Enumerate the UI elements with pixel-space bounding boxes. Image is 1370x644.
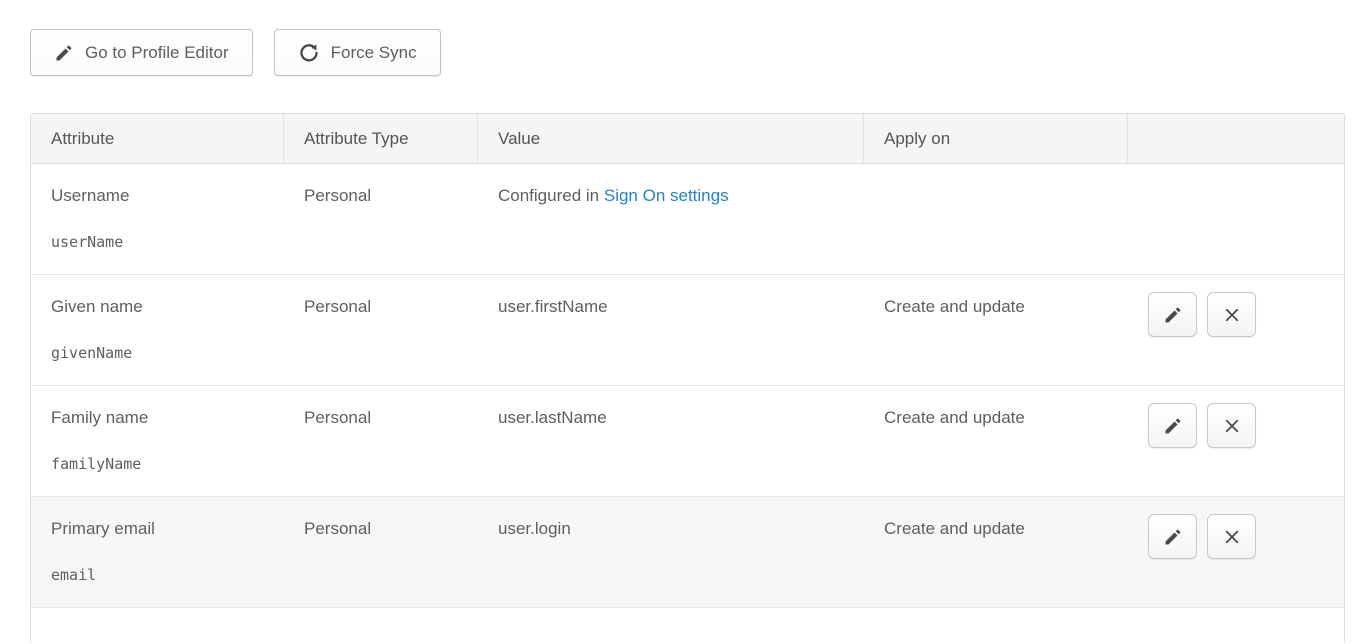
apply-on-value: Create and update	[864, 275, 1128, 385]
table-header: Attribute Attribute Type Value Apply on	[31, 114, 1344, 164]
attribute-name: Family name	[51, 408, 270, 428]
sign-on-settings-link[interactable]: Sign On settings	[604, 186, 729, 205]
table-row-primary-email: Primary email email Personal user.login …	[31, 497, 1344, 608]
column-header-actions	[1128, 114, 1344, 163]
attribute-variable: email	[51, 566, 270, 584]
go-to-profile-editor-label: Go to Profile Editor	[85, 43, 229, 63]
table-row-given-name: Given name givenName Personal user.first…	[31, 275, 1344, 386]
sync-icon	[298, 42, 320, 64]
apply-on-value: Create and update	[864, 386, 1128, 496]
attribute-name: Username	[51, 186, 270, 206]
edit-icon	[1163, 305, 1183, 325]
toolbar: Go to Profile Editor Force Sync	[30, 29, 441, 76]
attribute-value: user.login	[478, 497, 864, 607]
attribute-variable: givenName	[51, 344, 270, 362]
attribute-type: Personal	[284, 275, 478, 385]
edit-attribute-button[interactable]	[1148, 403, 1197, 448]
force-sync-button[interactable]: Force Sync	[274, 29, 441, 76]
column-header-attribute: Attribute	[31, 114, 284, 163]
attribute-mappings-table: Attribute Attribute Type Value Apply on …	[30, 113, 1345, 643]
edit-attribute-button[interactable]	[1148, 514, 1197, 559]
close-icon	[1223, 417, 1241, 435]
attribute-type: Personal	[284, 497, 478, 607]
table-row-family-name: Family name familyName Personal user.las…	[31, 386, 1344, 497]
attribute-value: user.firstName	[478, 275, 864, 385]
edit-icon	[1163, 527, 1183, 547]
column-header-apply-on: Apply on	[864, 114, 1128, 163]
edit-attribute-button[interactable]	[1148, 292, 1197, 337]
column-header-attribute-type: Attribute Type	[284, 114, 478, 163]
delete-attribute-button[interactable]	[1207, 514, 1256, 559]
table-row-username: Username userName Personal Configured in…	[31, 164, 1344, 275]
go-to-profile-editor-button[interactable]: Go to Profile Editor	[30, 29, 253, 76]
attribute-variable: userName	[51, 233, 270, 251]
apply-on-value: Create and update	[864, 497, 1128, 607]
attribute-value-text: Configured in	[498, 186, 599, 205]
pencil-icon	[54, 43, 74, 63]
attribute-type: Personal	[284, 386, 478, 496]
delete-attribute-button[interactable]	[1207, 292, 1256, 337]
attribute-type: Personal	[284, 164, 478, 274]
edit-icon	[1163, 416, 1183, 436]
attribute-value: user.lastName	[478, 386, 864, 496]
force-sync-label: Force Sync	[331, 43, 417, 63]
column-header-value: Value	[478, 114, 864, 163]
close-icon	[1223, 306, 1241, 324]
close-icon	[1223, 528, 1241, 546]
delete-attribute-button[interactable]	[1207, 403, 1256, 448]
attribute-name: Primary email	[51, 519, 270, 539]
attribute-variable: familyName	[51, 455, 270, 473]
attribute-name: Given name	[51, 297, 270, 317]
apply-on-value	[864, 164, 1128, 274]
table-row-partial	[31, 608, 1344, 643]
